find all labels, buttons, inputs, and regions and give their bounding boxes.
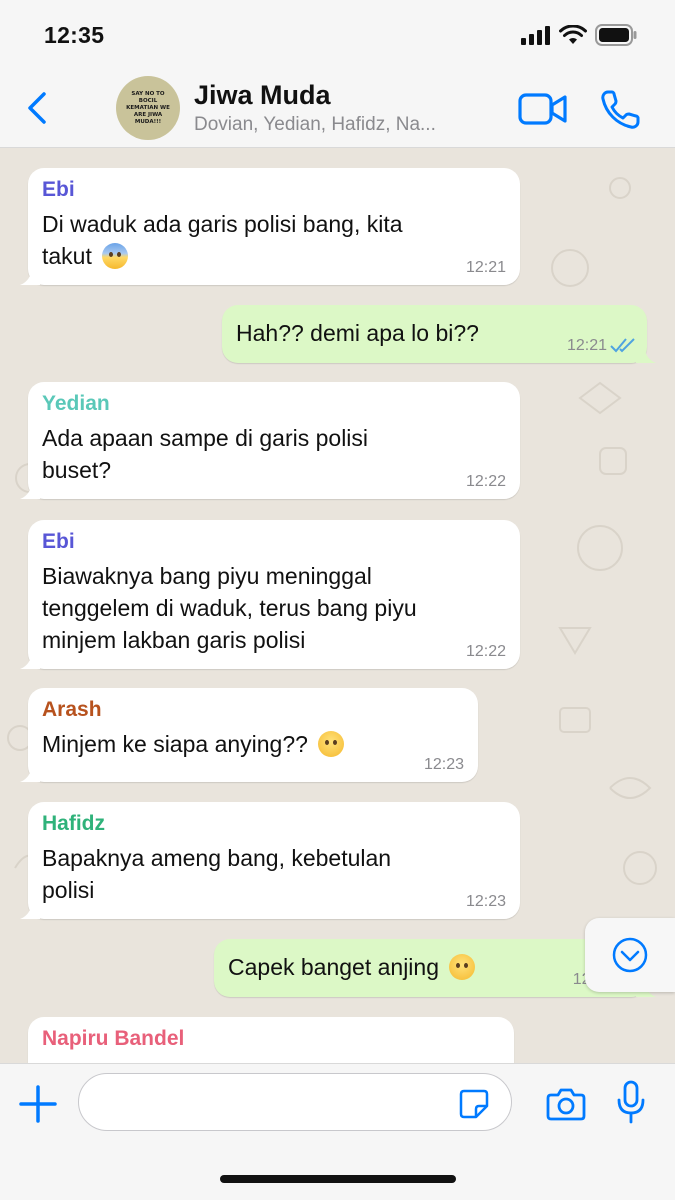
message-line: Biawaknya bang piyu meninggal (42, 563, 372, 589)
message-time: 12:23 (423, 756, 464, 773)
message-bubble[interactable]: Ebi Di waduk ada garis polisi bang, kita… (20, 168, 520, 285)
avatar-text: SAY NO TO BOCIL KEMATIAN WE ARE JIWA MUD… (126, 90, 170, 125)
message-time: 12:22 (465, 643, 506, 660)
loudly-crying-face-icon (318, 731, 345, 757)
bubble-tail (20, 762, 40, 782)
message-time: 12:23 (465, 893, 506, 910)
loudly-crying-face-icon (449, 954, 476, 980)
message-line: polisi (42, 877, 95, 903)
bubble-tail (20, 899, 40, 919)
status-time: 12:35 (44, 22, 105, 48)
message-input[interactable] (78, 1073, 512, 1131)
home-indicator (220, 1175, 456, 1183)
message-line: minjem lakban garis polisi (42, 627, 306, 653)
scroll-to-bottom-button[interactable] (585, 918, 675, 992)
message-bubble[interactable]: Napiru Bandel (28, 1017, 514, 1063)
message-text: Ada apaan sampe di garis polisi buset? (42, 422, 368, 486)
message-time: 12:21 (566, 337, 607, 354)
message-text: Bapaknya ameng bang, kebetulan polisi (42, 842, 391, 906)
bubble-tail (20, 479, 40, 499)
message-bubble[interactable]: Yedian Ada apaan sampe di garis polisi b… (20, 382, 520, 499)
message-text: Capek banget anjing (228, 951, 476, 983)
battery-icon (595, 24, 637, 46)
video-camera-icon[interactable] (518, 92, 568, 126)
sender-name: Ebi (42, 178, 75, 201)
microphone-icon[interactable] (616, 1080, 646, 1126)
message-time: 12:22 (465, 473, 506, 490)
message-bubble-outgoing[interactable]: Hah?? demi apa lo bi?? 12:21 (222, 305, 656, 363)
group-avatar[interactable]: SAY NO TO BOCIL KEMATIAN WE ARE JIWA MUD… (116, 76, 180, 140)
message-bubble[interactable]: Arash Minjem ke siapa anying?? 12:23 (20, 688, 478, 782)
sender-name: Napiru Bandel (42, 1027, 185, 1050)
sticker-icon[interactable] (458, 1088, 490, 1120)
bubble-tail (20, 265, 40, 285)
message-text: Biawaknya bang piyu meninggal tenggelem … (42, 560, 417, 656)
message-line: buset? (42, 457, 112, 483)
fearful-face-icon (102, 243, 129, 269)
message-text: Hah?? demi apa lo bi?? (236, 320, 479, 346)
bubble-tail (20, 649, 40, 669)
message-line: takut (42, 240, 403, 272)
message-line: tenggelem di waduk, terus bang piyu (42, 595, 417, 621)
group-members[interactable]: Dovian, Yedian, Hafidz, Na... (194, 114, 494, 136)
message-line-text: takut (42, 243, 92, 269)
message-line: Ada apaan sampe di garis polisi (42, 425, 369, 451)
sender-name: Yedian (42, 392, 110, 415)
message-text: Minjem ke siapa anying?? (42, 728, 345, 760)
signal-icon (521, 26, 550, 45)
message-line-text: Capek banget anjing (228, 954, 439, 980)
group-name[interactable]: Jiwa Muda (194, 80, 331, 111)
phone-icon[interactable] (598, 88, 642, 132)
message-line: Bapaknya ameng bang, kebetulan (42, 845, 392, 871)
plus-icon[interactable] (18, 1084, 58, 1124)
sender-name: Ebi (42, 530, 75, 553)
bubble-tail (636, 343, 656, 363)
wifi-icon (559, 25, 587, 44)
message-line: Di waduk ada garis polisi bang, kita (42, 211, 403, 237)
message-bubble[interactable]: Ebi Biawaknya bang piyu meninggal tengge… (20, 520, 520, 669)
sender-name: Hafidz (42, 812, 105, 835)
chat-header: SAY NO TO BOCIL KEMATIAN WE ARE JIWA MUD… (0, 70, 675, 148)
status-bar: 12:35 (0, 0, 675, 70)
camera-icon[interactable] (546, 1086, 586, 1122)
chevron-down-circle-icon (612, 937, 648, 973)
double-check-icon (610, 338, 635, 353)
message-text: Di waduk ada garis polisi bang, kita tak… (42, 208, 403, 272)
sender-name: Arash (42, 698, 102, 721)
message-bubble-outgoing[interactable]: Capek banget anjing 12: (214, 939, 656, 997)
message-line-text: Minjem ke siapa anying?? (42, 731, 308, 757)
chevron-left-icon[interactable] (20, 90, 56, 126)
status-icons (521, 24, 637, 46)
message-bubble[interactable]: Hafidz Bapaknya ameng bang, kebetulan po… (20, 802, 520, 919)
message-time: 12:21 (465, 259, 506, 276)
message-list[interactable]: Ebi Di waduk ada garis polisi bang, kita… (0, 148, 675, 1063)
